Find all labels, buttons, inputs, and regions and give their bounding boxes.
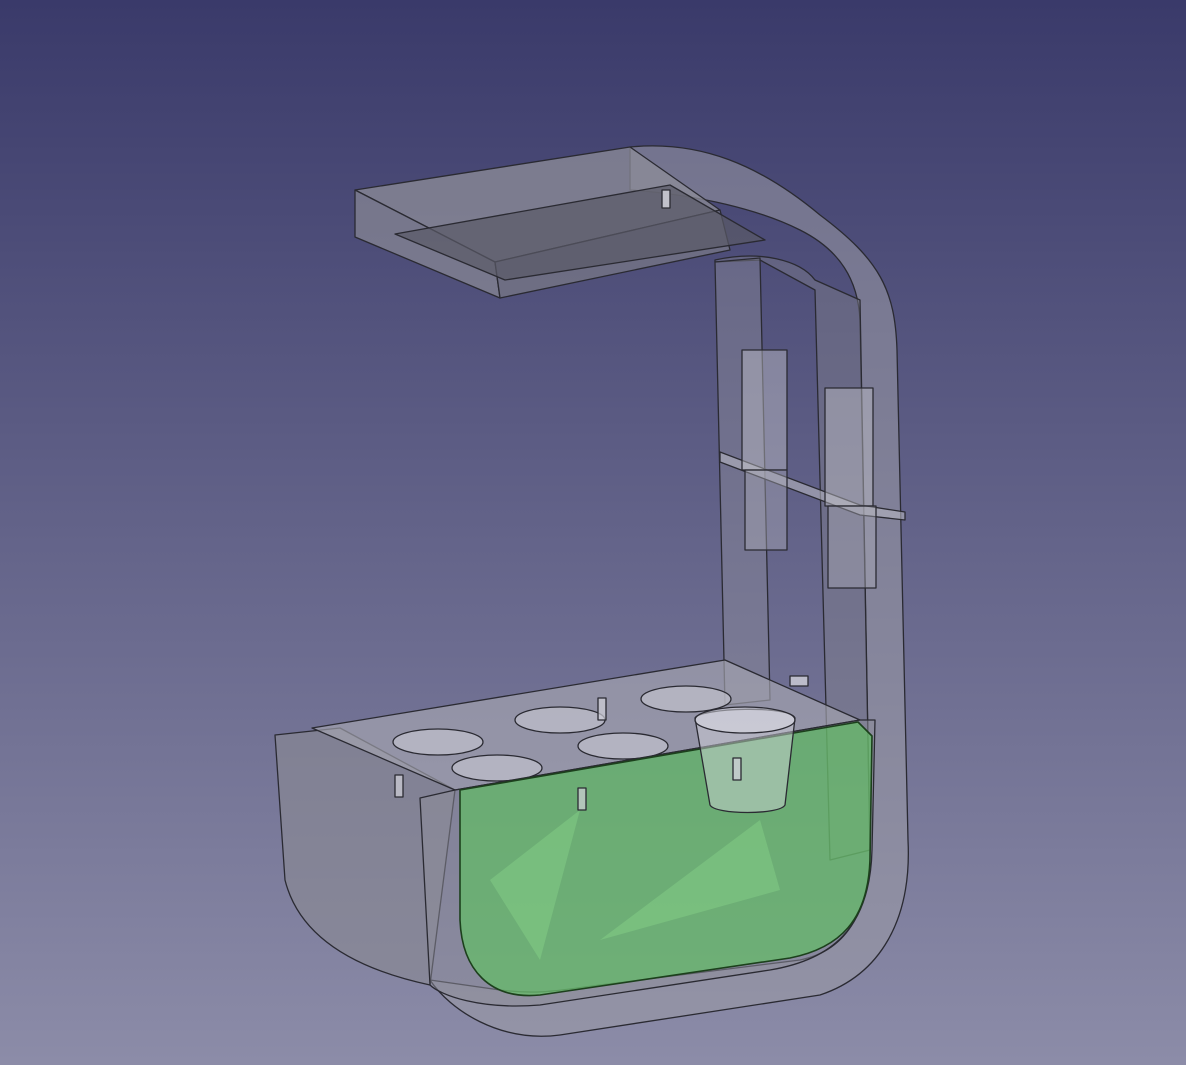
clip-2 bbox=[394, 774, 404, 798]
sensor-post bbox=[661, 189, 671, 209]
planter-body[interactable] bbox=[274, 145, 909, 1037]
plant-hole-1[interactable] bbox=[392, 728, 484, 756]
net-pot-rim bbox=[694, 706, 796, 734]
channel-right-lower bbox=[827, 505, 877, 589]
port bbox=[789, 675, 809, 687]
channel-left-upper bbox=[741, 349, 788, 471]
clip-1 bbox=[577, 787, 587, 811]
3d-viewport[interactable] bbox=[0, 0, 1186, 1065]
channel-right-upper bbox=[824, 387, 874, 507]
plant-hole-2[interactable] bbox=[514, 706, 606, 734]
clip-4 bbox=[597, 697, 607, 721]
channel-left-lower bbox=[744, 469, 788, 551]
plant-hole-3[interactable] bbox=[640, 685, 732, 713]
clip-3 bbox=[732, 757, 742, 781]
hydroponic-planter-model[interactable] bbox=[0, 0, 1186, 1065]
